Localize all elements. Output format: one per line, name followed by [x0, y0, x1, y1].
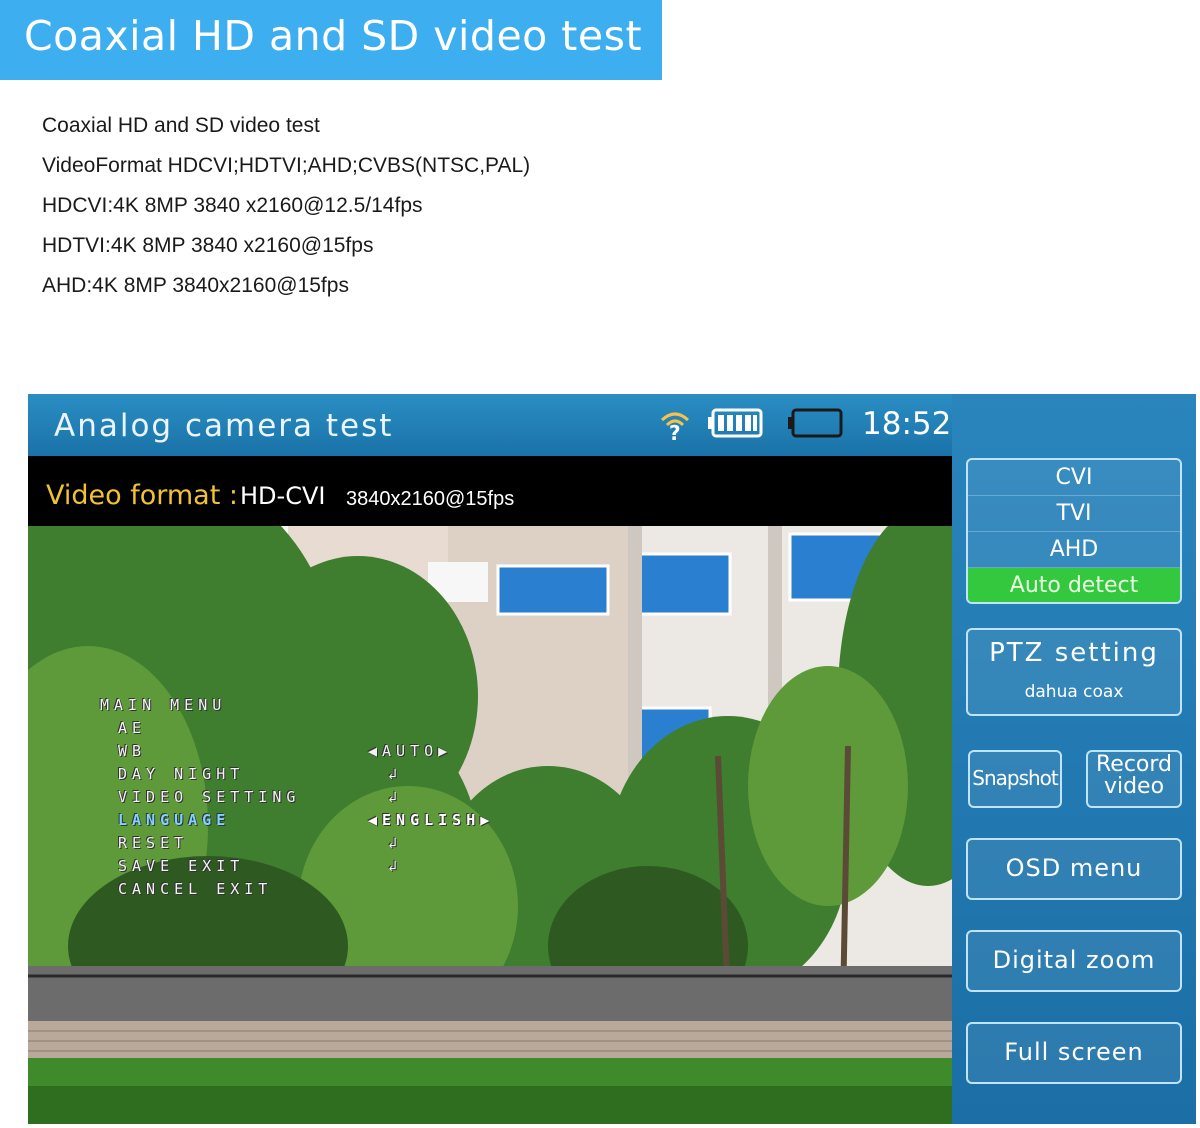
video-mode-list: CVI TVI AHD Auto detect	[966, 458, 1182, 604]
osd-value-day-night: ↲	[388, 765, 403, 783]
app-title: Analog camera test	[54, 408, 394, 444]
osd-value-wb: ◀AUTO▶	[368, 742, 453, 760]
spec-line: VideoFormat HDCVI;HDTVI;AHD;CVBS(NTSC,PA…	[42, 154, 531, 177]
osd-value-language: ◀ENGLISH▶	[368, 811, 495, 829]
video-preview[interactable]: MAIN MENU AE WB DAY NIGHT VIDEO SETTING …	[28, 526, 952, 1124]
osd-item-language[interactable]: LANGUAGE	[118, 811, 230, 829]
osd-value-video-setting: ↲	[388, 788, 403, 806]
ptz-protocol-label: dahua coax	[1024, 682, 1124, 702]
battery-full-icon	[708, 408, 763, 438]
video-format-bar: Video format : HD-CVI 3840x2160@15fps	[28, 456, 952, 526]
record-label-line-1: Record	[1095, 752, 1172, 777]
osd-item-main-menu[interactable]: MAIN MENU	[100, 696, 226, 714]
osd-item-video-setting[interactable]: VIDEO SETTING	[118, 788, 300, 806]
osd-item-day-night[interactable]: DAY NIGHT	[118, 765, 244, 783]
svg-text:?: ?	[669, 421, 681, 442]
record-video-button[interactable]: Record video	[1086, 750, 1182, 808]
banner-title: Coaxial HD and SD video test	[24, 12, 643, 60]
osd-value-save-exit: ↲	[388, 857, 403, 875]
spec-list: Coaxial HD and SD video test VideoFormat…	[42, 112, 530, 312]
record-video-label: Record video	[1088, 754, 1180, 798]
spec-line: HDTVI:4K 8MP 3840 x2160@15fps	[42, 234, 374, 257]
wifi-icon: ?	[660, 412, 690, 442]
video-format-value: HD-CVI	[240, 482, 326, 510]
mode-option-tvi[interactable]: TVI	[968, 496, 1180, 532]
record-label-line-2: video	[1103, 774, 1165, 799]
ptz-setting-button[interactable]: PTZ setting dahua coax	[966, 628, 1182, 716]
spec-line: Coaxial HD and SD video test	[42, 114, 320, 137]
video-format-label: Video format :	[46, 480, 238, 511]
status-clock: 18:52	[862, 406, 952, 442]
osd-item-save-exit[interactable]: SAVE EXIT	[118, 857, 244, 875]
battery-empty-icon	[788, 408, 843, 438]
header-banner: Coaxial HD and SD video test	[0, 0, 662, 80]
osd-value-reset: ↲	[388, 834, 403, 852]
mode-option-cvi[interactable]: CVI	[968, 460, 1180, 496]
mode-option-auto-detect[interactable]: Auto detect	[968, 568, 1180, 602]
spec-line: HDCVI:4K 8MP 3840 x2160@12.5/14fps	[42, 194, 423, 217]
digital-zoom-button[interactable]: Digital zoom	[966, 930, 1182, 992]
ptz-setting-label: PTZ setting	[989, 638, 1159, 668]
osd-menu-button[interactable]: OSD menu	[966, 838, 1182, 900]
device-screen: Analog camera test ? 18:52 Video format …	[28, 394, 1196, 1124]
osd-item-reset[interactable]: RESET	[118, 834, 188, 852]
osd-item-cancel-exit[interactable]: CANCEL EXIT	[118, 880, 272, 898]
title-bar: Analog camera test ? 18:52	[28, 394, 952, 456]
mode-option-ahd[interactable]: AHD	[968, 532, 1180, 568]
osd-item-ae[interactable]: AE	[118, 719, 146, 737]
full-screen-label: Full screen	[1004, 1038, 1144, 1066]
digital-zoom-label: Digital zoom	[992, 946, 1156, 974]
osd-menu-label: OSD menu	[1005, 854, 1143, 882]
spec-line: AHD:4K 8MP 3840x2160@15fps	[42, 274, 349, 297]
full-screen-button[interactable]: Full screen	[966, 1022, 1182, 1084]
osd-item-wb[interactable]: WB	[118, 742, 146, 760]
video-format-resolution: 3840x2160@15fps	[346, 488, 515, 510]
control-panel: CVI TVI AHD Auto detect PTZ setting dahu…	[952, 394, 1196, 1124]
snapshot-button[interactable]: Snapshot	[968, 750, 1062, 808]
snapshot-label: Snapshot	[972, 766, 1059, 790]
